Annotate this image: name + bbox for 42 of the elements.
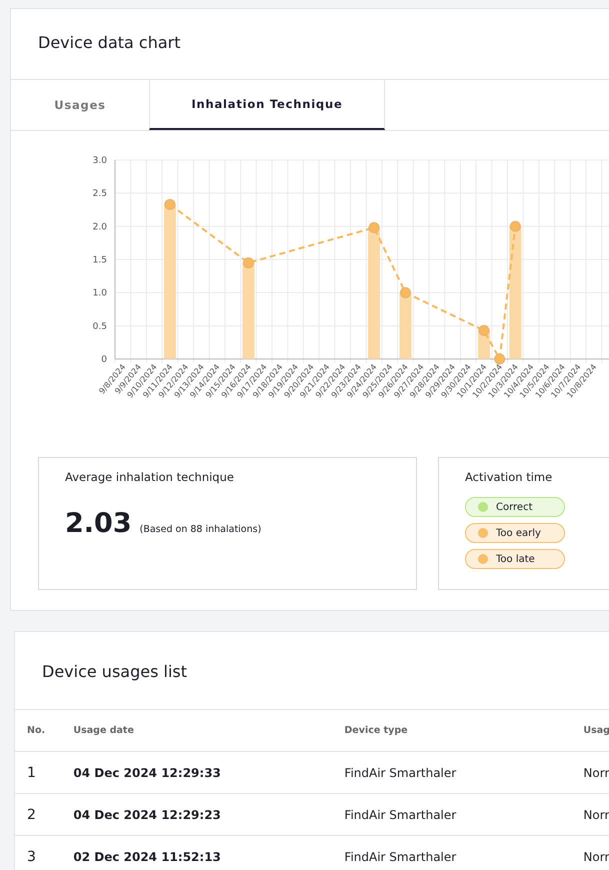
tab[interactable]: Usages	[11, 80, 149, 130]
bar	[399, 292, 412, 359]
table-cell: FindAir Smarthaler	[343, 836, 582, 870]
column-header: Usag	[582, 710, 609, 752]
panel-title: Activation time	[465, 470, 554, 484]
table-cell: Norr	[582, 752, 609, 794]
axis-tick-label: 1.5	[92, 256, 107, 266]
column-header: No.	[15, 710, 72, 752]
stat-value: 2.03	[65, 508, 132, 539]
axis-tick-label: 1.0	[92, 288, 107, 299]
card-title: Device usages list	[41, 661, 188, 683]
data-point	[478, 324, 490, 336]
data-point	[494, 354, 506, 364]
table-cell: 02 Dec 2024 11:52:13	[72, 836, 344, 870]
legend-label: Too late	[496, 554, 535, 564]
stat-note: (Based on 88 inhalations)	[140, 524, 262, 535]
table-cell: 2	[15, 794, 72, 836]
axis-tick-label: 0.5	[92, 322, 107, 332]
panel-title: Average inhalation technique	[65, 470, 235, 484]
data-point	[242, 257, 254, 268]
data-point	[400, 287, 411, 298]
legend-label: Too early	[496, 528, 541, 538]
table-cell: 04 Dec 2024 12:29:33	[72, 752, 344, 794]
card-title: Device data chart	[37, 32, 182, 54]
axis-tick-label: 3.0	[92, 156, 107, 166]
table-cell: 1	[15, 752, 72, 794]
data-point	[510, 220, 521, 232]
table-cell: Norr	[582, 794, 609, 836]
column-header: Usage date	[72, 710, 344, 752]
axis-tick-label: 2.0	[92, 222, 107, 232]
legend-label: Correct	[496, 502, 532, 512]
table-cell: Norr	[582, 836, 609, 870]
tab[interactable]: Inhalation Technique	[149, 80, 385, 130]
data-point	[164, 198, 176, 210]
data-point	[368, 222, 380, 234]
axis-tick-label: 2.5	[92, 189, 107, 200]
table-cell: 04 Dec 2024 12:29:23	[72, 794, 344, 836]
column-header: Device type	[343, 710, 582, 752]
table-cell: FindAir Smarthaler	[343, 794, 582, 836]
axis-tick-label: 0	[101, 355, 107, 365]
table-cell: FindAir Smarthaler	[343, 752, 582, 794]
table-cell: 3	[15, 836, 72, 870]
